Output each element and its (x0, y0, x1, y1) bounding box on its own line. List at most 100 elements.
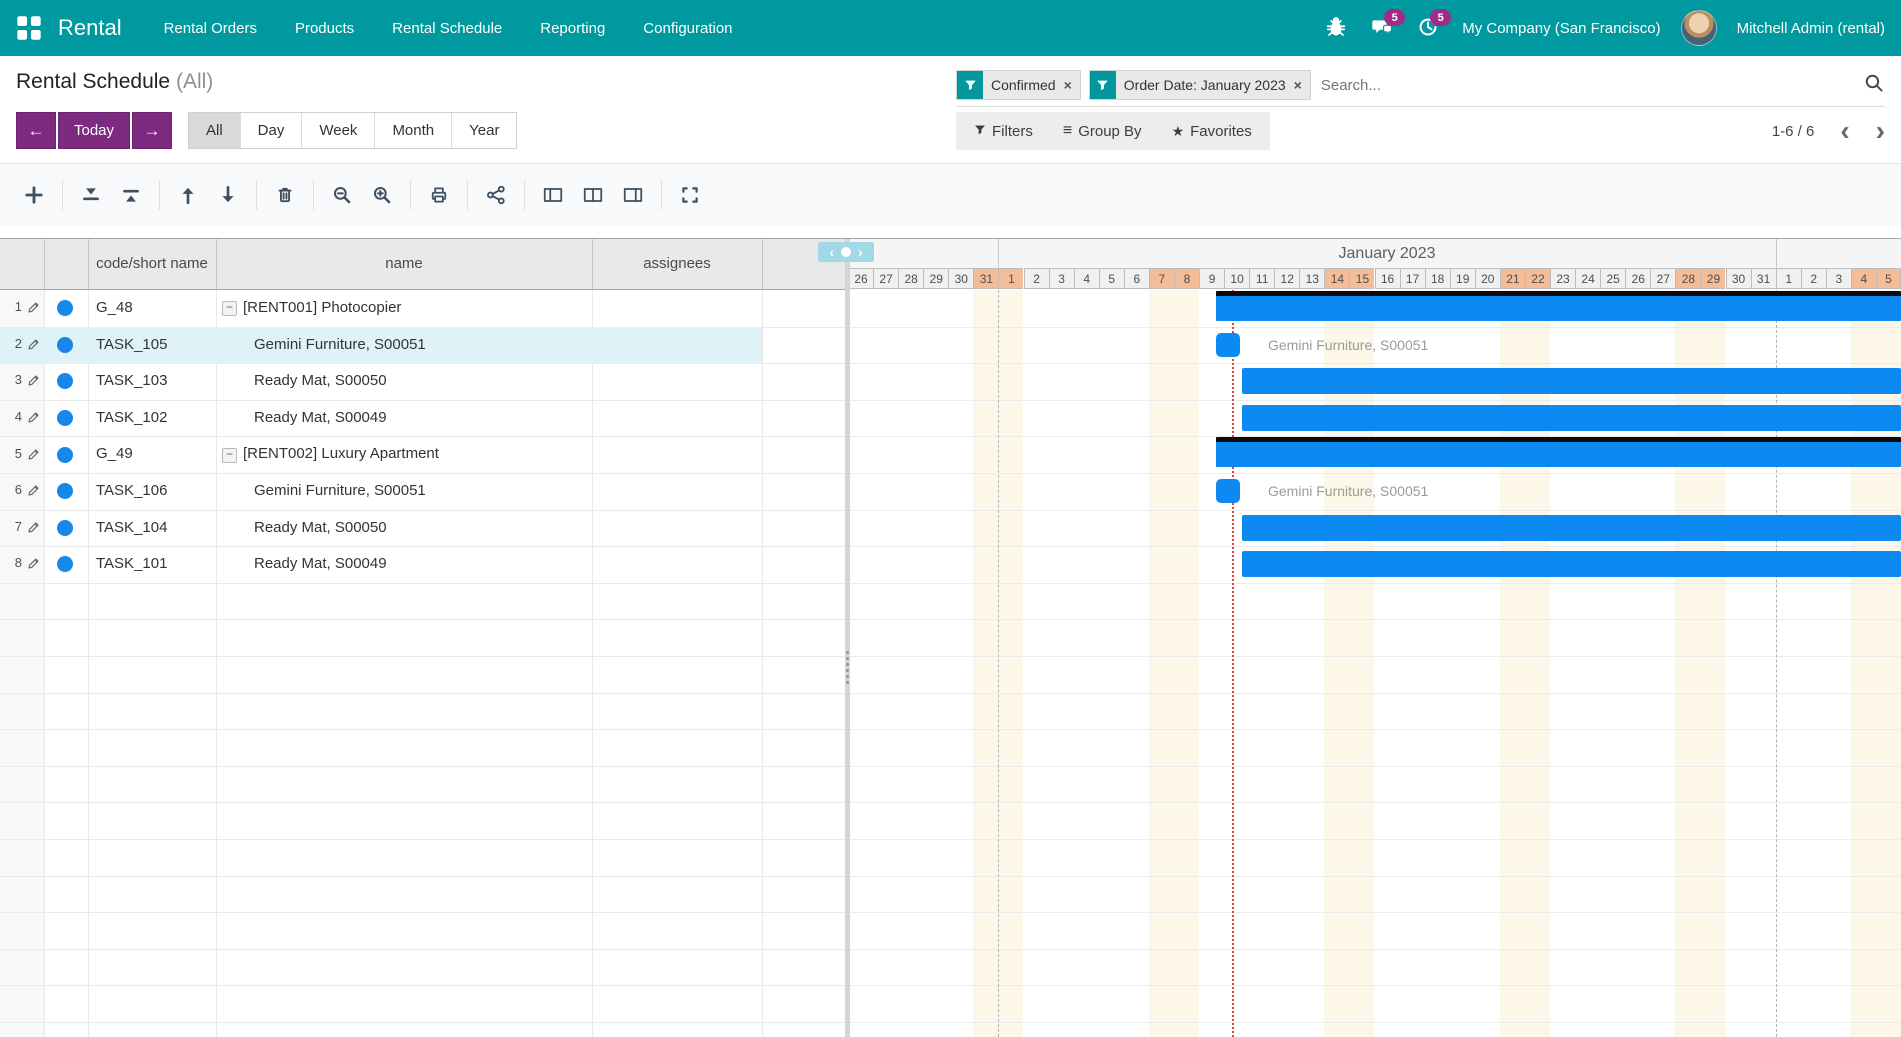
scale-switcher: AllDayWeekMonthYear (188, 112, 517, 149)
collapse-toggle-icon[interactable]: − (222, 301, 237, 316)
row-number: 5 (4, 446, 22, 461)
gantt-milestone-bar[interactable] (1216, 333, 1240, 357)
day-cell: 11 (1249, 268, 1274, 289)
weekend-stripe (1324, 290, 1349, 1037)
table-row[interactable]: 4 TASK_102Ready Mat, S00049 (0, 400, 845, 437)
edit-pencil-icon[interactable] (27, 521, 40, 539)
facet-remove-icon[interactable]: × (1064, 77, 1080, 93)
collapse-all-icon[interactable] (71, 178, 111, 212)
debug-bug-icon[interactable] (1324, 15, 1350, 41)
search-input[interactable] (1319, 76, 1863, 95)
day-cell: 22 (1525, 268, 1550, 289)
company-switcher[interactable]: My Company (San Francisco) (1462, 20, 1660, 37)
expand-all-icon[interactable] (111, 178, 151, 212)
table-row[interactable]: 1 G_48−[RENT001] Photocopier (0, 290, 845, 327)
edit-pencil-icon[interactable] (27, 301, 40, 319)
menu-favorites[interactable]: ★Favorites (1172, 123, 1252, 140)
scroll-left-icon[interactable]: ‹ (829, 243, 834, 261)
today-button[interactable]: Today (58, 112, 130, 149)
print-icon[interactable] (419, 178, 459, 212)
gantt-group-bar[interactable] (1216, 437, 1901, 467)
delete-icon[interactable] (265, 178, 305, 212)
search-facet[interactable]: Order Date: January 2023 × (1089, 70, 1311, 100)
day-cell: 30 (1726, 268, 1751, 289)
nav-menu-products[interactable]: Products (295, 20, 354, 37)
layout-gantt-only-icon[interactable] (613, 178, 653, 212)
search-icon[interactable] (1863, 72, 1885, 99)
column-header-code-short-name[interactable]: code/short name (90, 239, 214, 289)
splitter-handle-icon[interactable] (846, 651, 849, 684)
cell-assignees (596, 473, 758, 510)
table-row[interactable]: 8 TASK_101Ready Mat, S00049 (0, 546, 845, 583)
grid-splitter[interactable] (845, 239, 850, 1037)
edit-pencil-icon[interactable] (27, 338, 40, 356)
messages-icon[interactable]: 5 (1370, 15, 1396, 41)
collapse-toggle-icon[interactable]: − (222, 448, 237, 463)
day-cell: 26 (1625, 268, 1650, 289)
cell-assignees (596, 327, 758, 364)
pager-prev-icon[interactable]: ‹ (1840, 121, 1849, 141)
day-cell: 12 (1274, 268, 1299, 289)
gantt-task-bar[interactable] (1242, 515, 1901, 541)
facet-remove-icon[interactable]: × (1294, 77, 1310, 93)
toolbar-separator (661, 180, 662, 210)
column-header-assignees[interactable]: assignees (594, 239, 760, 289)
cell-name: Ready Mat, S00050 (254, 363, 588, 400)
nav-menu-configuration[interactable]: Configuration (643, 20, 732, 37)
share-icon[interactable] (476, 178, 516, 212)
scroll-right-icon[interactable]: › (858, 243, 863, 261)
toolbar-separator (62, 180, 63, 210)
activities-badge: 5 (1430, 9, 1451, 26)
edit-pencil-icon[interactable] (27, 374, 40, 392)
edit-pencil-icon[interactable] (27, 411, 40, 429)
search-facet[interactable]: Confirmed × (956, 70, 1081, 100)
record-color-dot (57, 520, 73, 536)
menu-group-by[interactable]: ≡Group By (1063, 122, 1142, 140)
scale-month[interactable]: Month (375, 113, 452, 148)
day-cell: 23 (1550, 268, 1575, 289)
scale-week[interactable]: Week (302, 113, 375, 148)
table-row[interactable]: 7 TASK_104Ready Mat, S00050 (0, 510, 845, 547)
nav-menu-rental-schedule[interactable]: Rental Schedule (392, 20, 502, 37)
gantt-task-bar[interactable] (1242, 551, 1901, 577)
scale-year[interactable]: Year (452, 113, 516, 148)
app-name[interactable]: Rental (58, 15, 122, 41)
add-icon[interactable] (14, 178, 54, 212)
move-up-icon[interactable] (168, 178, 208, 212)
scale-all[interactable]: All (189, 113, 241, 148)
pager-next-icon[interactable]: › (1876, 121, 1885, 141)
nav-menu-reporting[interactable]: Reporting (540, 20, 605, 37)
cell-code: TASK_103 (96, 363, 214, 400)
user-avatar[interactable] (1681, 10, 1717, 46)
layout-grid-only-icon[interactable] (533, 178, 573, 212)
gantt-task-bar[interactable] (1242, 368, 1901, 394)
zoom-out-icon[interactable] (322, 178, 362, 212)
apps-grid-icon[interactable] (16, 15, 42, 41)
table-row[interactable]: 5 G_49−[RENT002] Luxury Apartment (0, 436, 845, 473)
table-row[interactable]: 2 TASK_105Gemini Furniture, S00051 (0, 327, 845, 364)
next-period-button[interactable]: → (132, 112, 172, 149)
nav-menu-rental-orders[interactable]: Rental Orders (164, 20, 257, 37)
user-menu[interactable]: Mitchell Admin (rental) (1737, 20, 1885, 37)
edit-pencil-icon[interactable] (27, 484, 40, 502)
zoom-in-icon[interactable] (362, 178, 402, 212)
scale-day[interactable]: Day (241, 113, 303, 148)
facet-label: Order Date: January 2023 (1116, 77, 1294, 93)
menu-filters[interactable]: Filters (974, 123, 1033, 140)
table-row[interactable]: 3 TASK_103Ready Mat, S00050 (0, 363, 845, 400)
table-row[interactable]: 6 TASK_106Gemini Furniture, S00051 (0, 473, 845, 510)
activities-clock-icon[interactable]: 5 (1416, 15, 1442, 41)
column-header-name[interactable]: name (218, 239, 590, 289)
layout-split-icon[interactable] (573, 178, 613, 212)
gantt-milestone-bar[interactable] (1216, 479, 1240, 503)
cell-name: Ready Mat, S00049 (254, 400, 588, 437)
edit-pencil-icon[interactable] (27, 448, 40, 466)
move-down-icon[interactable] (208, 178, 248, 212)
toolbar-separator (256, 180, 257, 210)
prev-period-button[interactable]: ← (16, 112, 56, 149)
edit-pencil-icon[interactable] (27, 557, 40, 575)
gantt-task-bar[interactable] (1242, 405, 1901, 431)
scroll-thumb[interactable] (841, 247, 851, 257)
gantt-group-bar[interactable] (1216, 291, 1901, 321)
fullscreen-icon[interactable] (670, 178, 710, 212)
